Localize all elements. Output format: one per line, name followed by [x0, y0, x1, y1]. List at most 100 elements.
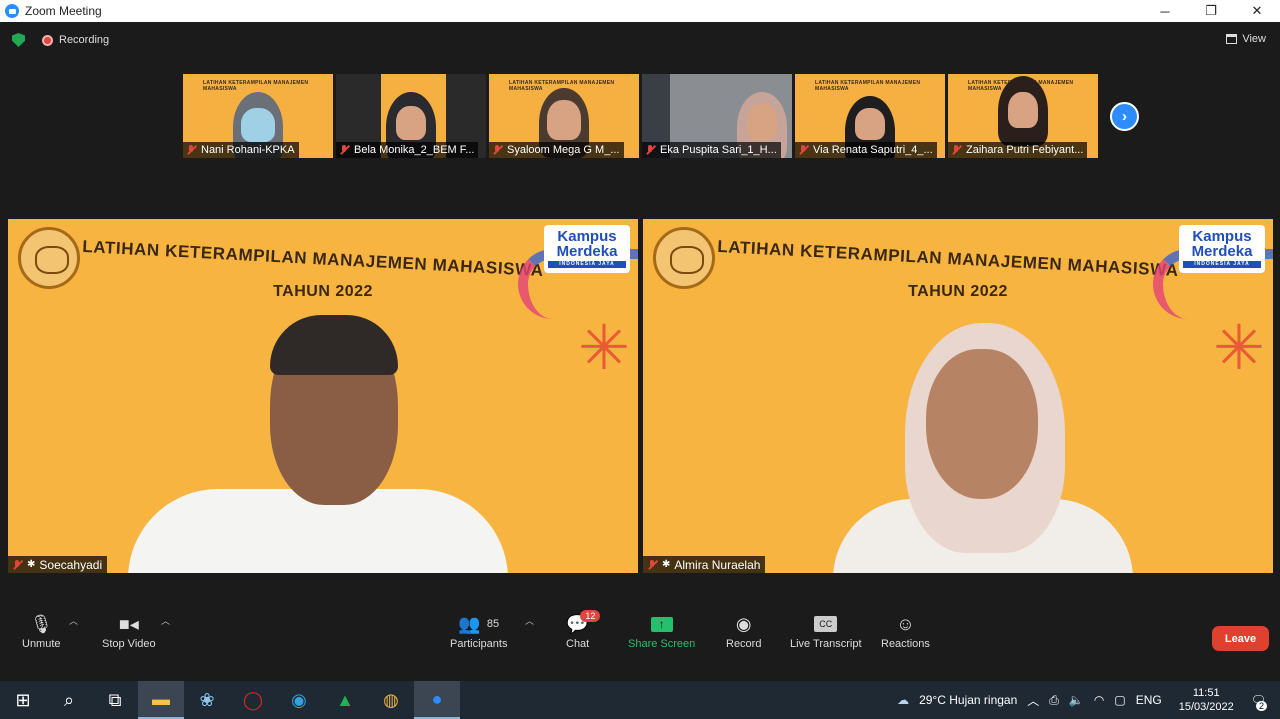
chrome-browser-icon[interactable]: ◍	[368, 681, 414, 719]
mic-muted-icon	[339, 145, 349, 155]
close-button[interactable]: ✕	[1234, 0, 1280, 22]
next-page-arrow-icon[interactable]: ›	[1110, 102, 1139, 131]
mic-muted-icon	[12, 559, 22, 570]
file-explorer-icon[interactable]: ▬	[138, 681, 184, 719]
kampus-logo-subtext: INDONESIA JAYA	[1183, 261, 1261, 268]
thumbnail-banner: LATIHAN KETERAMPILAN MANAJEMEN MAHASISWA	[203, 80, 309, 92]
participant-name: Almira Nuraelah	[674, 557, 761, 572]
pinned-icon: ✱	[662, 559, 671, 570]
participant-face	[747, 104, 777, 140]
zoom-taskbar-icon[interactable]: ●	[414, 681, 460, 719]
participant-name: Bela Monika_2_BEM F...	[354, 144, 475, 156]
view-button[interactable]: View	[1226, 33, 1266, 45]
live-transcript-button[interactable]: CC Live Transcript	[790, 610, 862, 650]
chat-bubble-icon: 💬 12	[566, 610, 601, 638]
language-indicator[interactable]: ENG	[1136, 693, 1162, 707]
weather-cloud-icon: ☁	[897, 693, 910, 707]
closed-caption-icon: CC	[814, 610, 838, 638]
thumbnail-label: Eka Puspita Sari_1_H...	[642, 142, 781, 158]
record-icon: ◉	[735, 613, 752, 634]
edge-browser-icon[interactable]: ◉	[276, 681, 322, 719]
participant-face	[926, 349, 1038, 499]
kampus-merdeka-logo: Kampus Merdeka INDONESIA JAYA	[544, 225, 630, 273]
chat-button[interactable]: 💬 12 Chat	[566, 610, 601, 650]
kampus-logo-text: Kampus Merdeka	[556, 228, 618, 260]
maximize-button[interactable]: ❐	[1188, 0, 1234, 22]
participant-thumbnail[interactable]: LATIHAN KETERAMPILAN MANAJEMEN MAHASISWA…	[489, 74, 639, 158]
participants-options-chevron-icon[interactable]: ︿	[525, 614, 534, 627]
meeting-toolbar: 🎙 Unmute ︿ ■◂ Stop Video ︿ 👥 85 Participa…	[0, 604, 1280, 681]
organization-logo	[653, 227, 715, 289]
decorative-star-icon: ✳	[578, 314, 630, 383]
record-button[interactable]: ◉ Record	[726, 610, 761, 651]
pinned-icon: ✱	[27, 559, 36, 570]
video-options-chevron-icon[interactable]: ︿	[161, 614, 170, 627]
participant-thumbnail[interactable]: Bela Monika_2_BEM F...	[336, 74, 486, 158]
participant-thumbnail[interactable]: Eka Puspita Sari_1_H...	[642, 74, 792, 158]
opera-browser-icon[interactable]: ◯	[230, 681, 276, 719]
reactions-label: Reactions	[881, 638, 930, 650]
banner-year: TAHUN 2022	[273, 283, 373, 300]
mic-muted-icon	[798, 145, 808, 155]
participants-button[interactable]: 👥 85 Participants	[450, 610, 507, 651]
weather-text[interactable]: 29°C Hujan ringan	[919, 693, 1017, 707]
chat-label: Chat	[566, 638, 590, 650]
participant-thumbnail[interactable]: LATIHAN KETERAMPILAN MANAJEMEN MAHASISWA…	[795, 74, 945, 158]
recording-label: Recording	[59, 34, 110, 46]
notification-center-icon[interactable]: 🗨 2	[1251, 693, 1267, 711]
unmute-label: Unmute	[22, 638, 61, 650]
minimize-button[interactable]: ─	[1142, 0, 1188, 22]
taskbar-clock[interactable]: 11:51 15/03/2022	[1179, 686, 1234, 714]
thumbnail-label: Via Renata Saputri_4_...	[795, 142, 937, 158]
video-tile[interactable]: LATIHAN KETERAMPILAN MANAJEMEN MAHASISWA…	[643, 219, 1273, 573]
notification-count: 2	[1255, 701, 1267, 711]
participant-name: Nani Rohani-KPKA	[201, 144, 295, 156]
microphone-muted-icon: 🎙	[29, 613, 53, 634]
banner-title: LATIHAN KETERAMPILAN MANAJEMEN MAHASISWA	[716, 236, 1180, 281]
organization-logo	[18, 227, 80, 289]
tray-chevron-up-icon[interactable]: ︿	[1027, 692, 1039, 709]
recording-icon	[42, 34, 53, 46]
participants-icon: 👥 85	[458, 613, 500, 634]
share-screen-label: Share Screen	[628, 638, 696, 650]
reactions-button[interactable]: ☺ Reactions	[881, 610, 930, 651]
mic-muted-icon	[492, 145, 502, 155]
app-triangle-icon[interactable]: ▲	[322, 681, 368, 719]
unmute-button[interactable]: 🎙 Unmute	[22, 610, 61, 651]
meet-now-icon[interactable]: ⎙	[1049, 693, 1059, 708]
reaction-smiley-icon: ☺	[896, 613, 915, 634]
mic-muted-icon	[186, 145, 196, 155]
wifi-icon[interactable]: ◠	[1094, 693, 1104, 707]
mic-muted-icon	[647, 559, 657, 570]
chat-unread-badge: 12	[580, 610, 601, 622]
kampus-logo-subtext: INDONESIA JAYA	[548, 261, 626, 268]
participant-face	[1008, 92, 1038, 128]
kampus-merdeka-logo: Kampus Merdeka INDONESIA JAYA	[1179, 225, 1265, 273]
app-bird-icon[interactable]: ❀	[184, 681, 230, 719]
volume-icon[interactable]: 🔈	[1069, 693, 1084, 707]
participant-name: Zaihara Putri Febiyant...	[966, 144, 1084, 156]
banner-year: TAHUN 2022	[908, 283, 1008, 300]
zoom-app-icon	[5, 4, 19, 18]
leave-button[interactable]: Leave	[1212, 626, 1269, 651]
participant-thumbnail[interactable]: LATIHAN KETERAMPILAN MANAJEMEN MAHASISWA…	[183, 74, 333, 158]
thumbnail-label: Zaihara Putri Febiyant...	[948, 142, 1088, 158]
video-name-label: ✱ Almira Nuraelah	[643, 556, 766, 573]
stop-video-button[interactable]: ■◂ Stop Video	[102, 610, 156, 651]
thumbnail-label: Bela Monika_2_BEM F...	[336, 142, 479, 158]
task-view-icon[interactable]: ⧉	[92, 681, 138, 719]
participant-face	[396, 106, 426, 140]
participant-thumbnail[interactable]: LATIHAN KETERAMPILAN MANAJEMEN MAHASISWA…	[948, 74, 1098, 158]
security-shield-icon[interactable]	[12, 33, 25, 47]
window-title: Zoom Meeting	[25, 4, 102, 18]
kampus-logo-text: Kampus Merdeka	[1191, 228, 1253, 260]
participant-name: Syaloom Mega G M_...	[507, 144, 620, 156]
audio-options-chevron-icon[interactable]: ︿	[69, 614, 78, 627]
meeting-topbar: Recording View	[0, 22, 1280, 58]
video-tile[interactable]: LATIHAN KETERAMPILAN MANAJEMEN MAHASISWA…	[8, 219, 638, 573]
start-windows-icon[interactable]: ⊞	[0, 681, 46, 719]
share-screen-button[interactable]: ↑ Share Screen	[628, 610, 695, 650]
screen-icon[interactable]: ▢	[1114, 693, 1125, 707]
search-icon[interactable]: ⌕	[46, 681, 92, 719]
banner-title: LATIHAN KETERAMPILAN MANAJEMEN MAHASISWA	[81, 236, 545, 281]
